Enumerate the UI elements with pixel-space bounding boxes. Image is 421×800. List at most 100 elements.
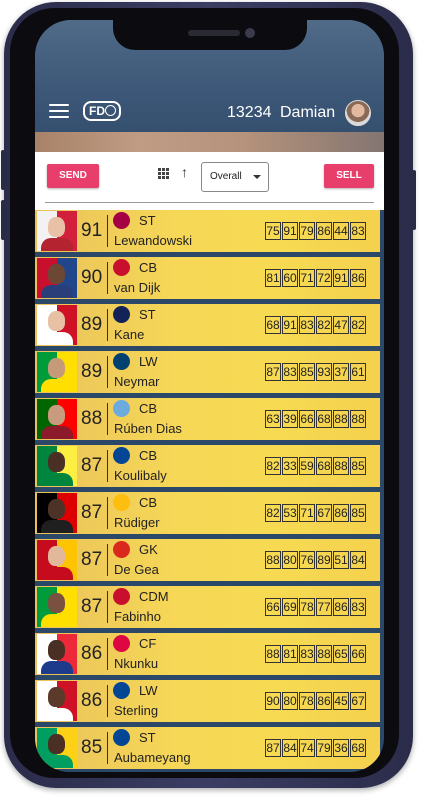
player-name: Fabinho [114, 609, 161, 624]
photo-shirt [41, 426, 73, 439]
club-crest-icon [113, 588, 130, 605]
player-photo [37, 211, 77, 251]
stat-box: 86 [316, 692, 332, 710]
stat-box: 83 [350, 598, 366, 616]
stat-box: 66 [350, 645, 366, 663]
divider [107, 732, 108, 764]
player-name: Neymar [114, 374, 160, 389]
photo-head [48, 405, 65, 425]
stat-box: 80 [282, 551, 298, 569]
player-rating: 86 [81, 643, 103, 664]
front-camera [245, 28, 255, 38]
divider [107, 309, 108, 341]
club-crest-icon [113, 541, 130, 558]
player-row[interactable]: 87 CB Rüdiger 82 53 71 67 86 85 [35, 492, 380, 534]
stat-box: 36 [333, 739, 349, 757]
volume-button [1, 150, 5, 190]
speaker-grille [188, 30, 240, 36]
power-button [412, 170, 416, 230]
player-photo [37, 258, 77, 298]
stat-box: 66 [265, 598, 281, 616]
photo-head [48, 217, 65, 237]
player-row[interactable]: 85 ST Aubameyang 87 84 74 79 36 68 [35, 727, 380, 769]
sort-ascending-icon[interactable]: ↑ [181, 164, 188, 180]
player-row[interactable]: 87 GK De Gea 88 80 76 89 51 84 [35, 539, 380, 581]
stat-box: 86 [350, 269, 366, 287]
player-row[interactable]: 87 CB Koulibaly 82 33 59 68 88 85 [35, 445, 380, 487]
player-photo [37, 587, 77, 627]
player-row[interactable]: 88 CB Rúben Dias 63 39 66 68 88 88 [35, 398, 380, 440]
divider [107, 685, 108, 717]
photo-shirt [41, 238, 73, 251]
player-photo [37, 399, 77, 439]
stat-box: 80 [282, 692, 298, 710]
stat-box: 82 [316, 316, 332, 334]
divider [107, 544, 108, 576]
player-name: van Dijk [114, 280, 161, 295]
stat-box: 78 [299, 598, 315, 616]
avatar[interactable] [345, 100, 371, 126]
app-logo[interactable]: FD [83, 101, 121, 121]
stat-box: 87 [265, 363, 281, 381]
photo-head [48, 546, 65, 566]
player-row[interactable]: 87 CDM Fabinho 66 69 78 77 86 83 [35, 586, 380, 628]
stat-box: 85 [350, 457, 366, 475]
player-stats: 90 80 78 86 45 67 [265, 692, 367, 710]
stat-box: 90 [265, 692, 281, 710]
player-stats: 66 69 78 77 86 83 [265, 598, 367, 616]
stat-box: 82 [350, 316, 366, 334]
player-list: 91 ST Lewandowski 75 91 79 86 44 83 90 CB van Dijk 8… [35, 210, 384, 772]
club-crest-icon [113, 400, 130, 417]
hamburger-menu-icon[interactable] [49, 104, 69, 120]
photo-head [48, 499, 65, 519]
club-crest-icon [113, 212, 130, 229]
photo-shirt [41, 661, 73, 674]
coin-balance: 13234 [227, 104, 272, 121]
player-rating: 87 [81, 455, 103, 476]
divider [107, 450, 108, 482]
stat-box: 86 [333, 504, 349, 522]
stat-box: 88 [265, 551, 281, 569]
send-button[interactable]: SEND [47, 164, 99, 188]
grid-view-icon[interactable] [158, 168, 169, 179]
stat-box: 68 [265, 316, 281, 334]
player-name: Rüdiger [114, 515, 160, 530]
player-row[interactable]: 89 ST Kane 68 91 83 82 47 82 [35, 304, 380, 346]
divider [107, 638, 108, 670]
stat-box: 75 [265, 222, 281, 240]
soccer-ball-icon [105, 105, 116, 116]
player-rating: 86 [81, 690, 103, 711]
player-row[interactable]: 89 LW Neymar 87 83 85 93 37 61 [35, 351, 380, 393]
player-row[interactable]: 90 CB van Dijk 81 60 71 72 91 86 [35, 257, 380, 299]
player-position: CB [139, 401, 158, 416]
divider [107, 403, 108, 435]
player-position: ST [139, 307, 156, 322]
stat-box: 71 [299, 504, 315, 522]
photo-head [48, 687, 65, 707]
logo-text: FD [89, 104, 105, 118]
sell-button[interactable]: SELL [324, 164, 374, 188]
stat-box: 51 [333, 551, 349, 569]
stat-box: 47 [333, 316, 349, 334]
player-stats: 63 39 66 68 88 88 [265, 410, 367, 428]
player-photo [37, 634, 77, 674]
toolbar: SEND ↑ Overall SELL [35, 152, 384, 210]
player-name: Koulibaly [114, 468, 167, 483]
stat-box: 91 [333, 269, 349, 287]
player-stats: 87 84 74 79 36 68 [265, 739, 367, 757]
username[interactable]: Damian [280, 104, 335, 122]
photo-head [48, 640, 65, 660]
player-row[interactable]: 91 ST Lewandowski 75 91 79 86 44 83 [35, 210, 380, 252]
stat-box: 83 [350, 222, 366, 240]
photo-shirt [41, 567, 73, 580]
player-row[interactable]: 86 CF Nkunku 88 81 83 88 65 66 [35, 633, 380, 675]
sort-select[interactable]: Overall [201, 162, 269, 192]
stat-box: 67 [350, 692, 366, 710]
stat-box: 76 [299, 551, 315, 569]
player-row[interactable]: 86 LW Sterling 90 80 78 86 45 67 [35, 680, 380, 722]
stat-box: 89 [316, 551, 332, 569]
player-photo [37, 493, 77, 533]
sort-select-value: Overall [210, 171, 242, 182]
stat-box: 83 [299, 316, 315, 334]
stat-box: 39 [282, 410, 298, 428]
